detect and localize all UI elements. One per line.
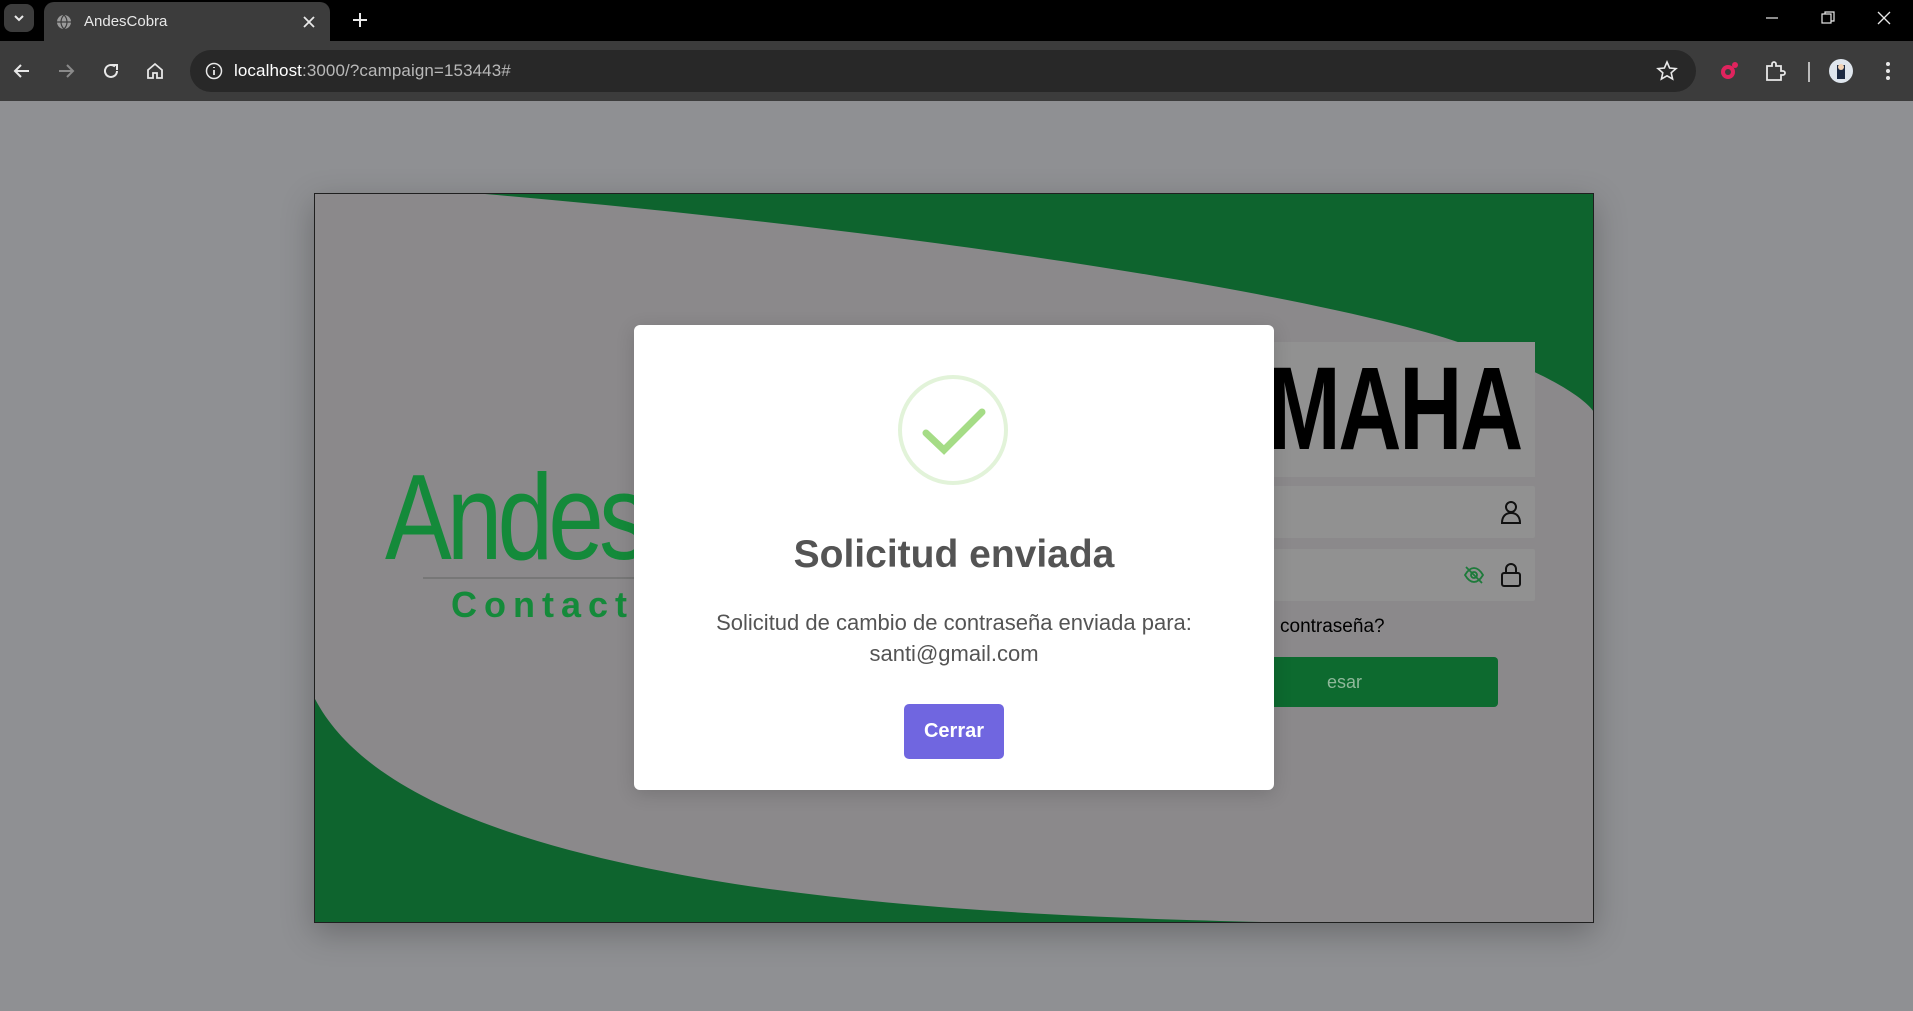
- new-tab-button[interactable]: [348, 8, 372, 32]
- success-icon: [898, 375, 1008, 485]
- dialog-message-line: Solicitud de cambio de contraseña enviad…: [716, 610, 1192, 635]
- extensions-menu-button[interactable]: [1761, 57, 1789, 85]
- brand-logo-text: MAHA: [1267, 343, 1523, 475]
- url-host: localhost: [234, 61, 302, 80]
- close-icon[interactable]: [300, 13, 318, 31]
- forward-icon: [59, 64, 75, 78]
- andescobra-logo: Andes: [385, 449, 649, 585]
- reload-button[interactable]: [93, 53, 129, 89]
- tab-search-button[interactable]: [4, 4, 34, 32]
- address-bar[interactable]: localhost:3000/?campaign=153443#: [190, 50, 1696, 92]
- minimize-icon: [1766, 17, 1778, 19]
- extension-button[interactable]: [1715, 57, 1743, 85]
- kebab-menu-icon: [1886, 62, 1890, 80]
- back-button[interactable]: [4, 53, 40, 89]
- reload-icon: [104, 63, 118, 78]
- dialog-title: Solicitud enviada: [793, 533, 1115, 576]
- plus-icon: [353, 13, 367, 27]
- forward-button[interactable]: [48, 53, 84, 89]
- profile-icon: [1829, 59, 1853, 83]
- window-close-button[interactable]: [1864, 6, 1904, 30]
- window-close-icon: [1877, 11, 1891, 25]
- close-dialog-button[interactable]: Cerrar: [904, 704, 1004, 759]
- globe-icon: [57, 14, 71, 29]
- star-icon[interactable]: [1656, 60, 1678, 82]
- check-icon: [922, 408, 986, 455]
- forgot-password-link[interactable]: contraseña?: [1280, 616, 1385, 638]
- profile-button[interactable]: [1827, 57, 1855, 85]
- puzzle-icon: [1766, 61, 1786, 81]
- dialog-message: Solicitud de cambio de contraseña enviad…: [674, 607, 1234, 669]
- extension-icon: [1721, 62, 1738, 79]
- url-text: localhost:3000/?campaign=153443#: [234, 61, 511, 81]
- info-icon: [205, 62, 223, 80]
- success-dialog: Solicitud enviada Solicitud de cambio de…: [634, 325, 1274, 790]
- tab-title: AndesCobra: [84, 13, 168, 30]
- restore-icon: [1821, 11, 1835, 24]
- url-path: :3000/?campaign=153443#: [302, 61, 511, 80]
- home-icon: [147, 62, 163, 79]
- minimize-button[interactable]: [1752, 6, 1792, 30]
- browser-toolbar: localhost:3000/?campaign=153443#: [0, 41, 1913, 101]
- toolbar-divider: [1808, 62, 1810, 82]
- browser-menu-button[interactable]: [1874, 57, 1902, 85]
- home-button[interactable]: [137, 53, 173, 89]
- site-info-button[interactable]: [194, 50, 234, 92]
- eye-off-icon[interactable]: [1463, 564, 1485, 586]
- restore-button[interactable]: [1808, 6, 1848, 30]
- dialog-email: santi@gmail.com: [869, 641, 1039, 666]
- chevron-down-icon: [14, 15, 24, 22]
- lock-icon: [1501, 563, 1521, 587]
- back-icon: [13, 64, 29, 78]
- user-icon: [1500, 501, 1522, 524]
- browser-tab[interactable]: AndesCobra: [44, 2, 330, 41]
- browser-tab-bar: AndesCobra: [0, 0, 1913, 41]
